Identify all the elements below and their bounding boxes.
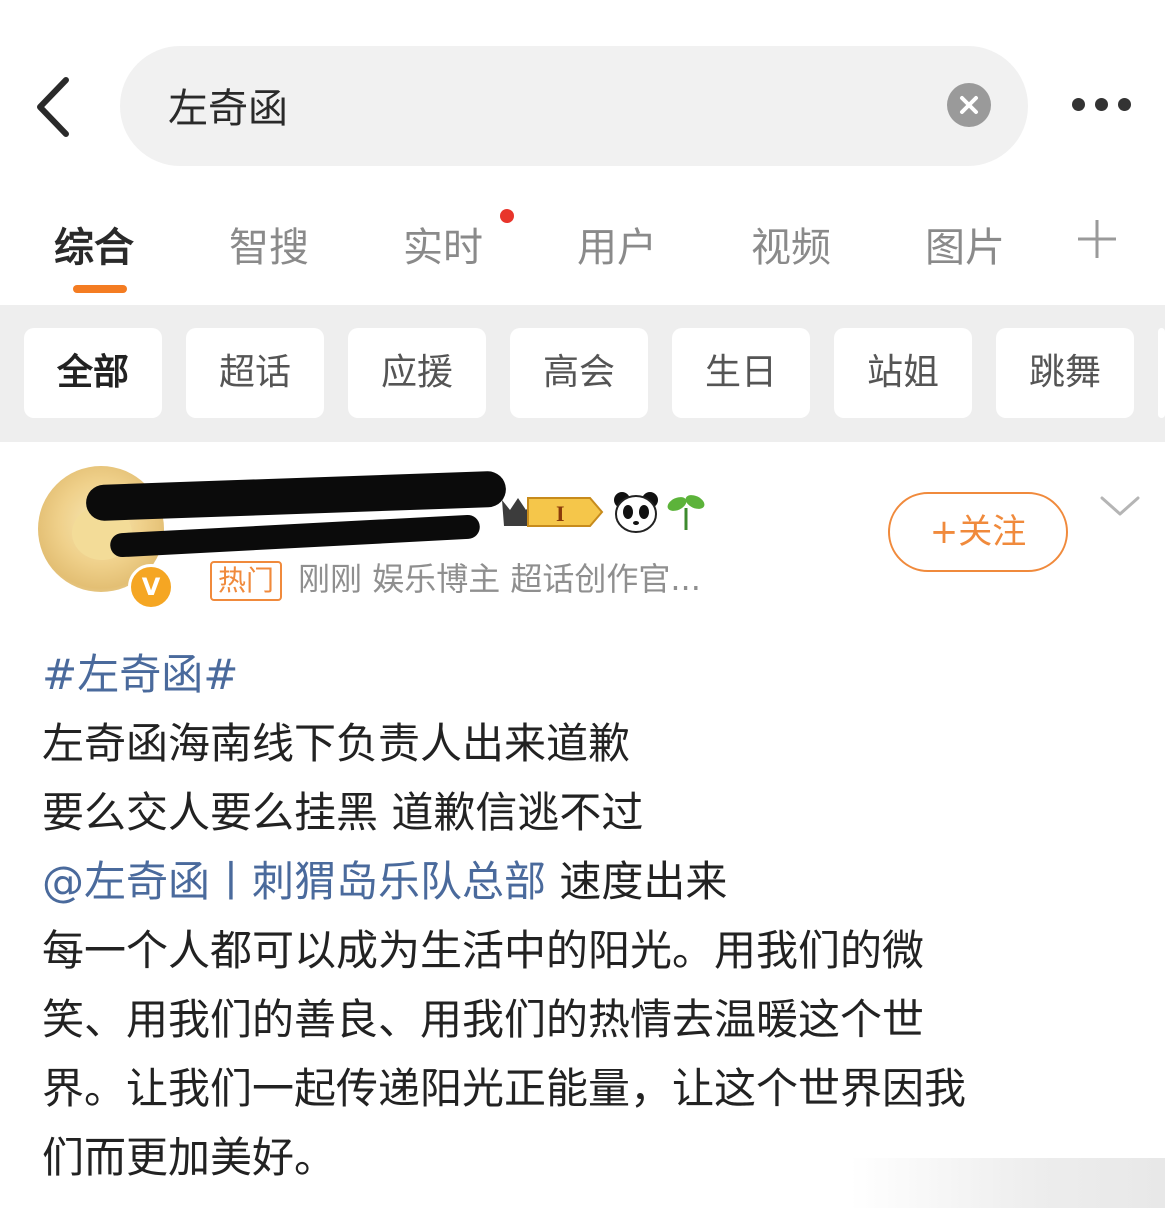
- svg-text:I: I: [556, 501, 565, 526]
- back-arrow-icon[interactable]: [30, 72, 80, 142]
- more-icon[interactable]: [1062, 88, 1142, 128]
- search-tabs: 综合 智搜 实时 用户 视频 图片: [0, 195, 1165, 305]
- post-text-line: 速度出来: [546, 857, 728, 906]
- panda-icon: [612, 490, 660, 534]
- post-text-line: 要么交人要么挂黑 道歉信逃不过: [42, 788, 644, 837]
- post-meta: 热门 刚刚 娱乐博主 超话创作官...: [210, 554, 701, 601]
- tab-comprehensive[interactable]: 综合: [54, 215, 134, 273]
- hashtag-link[interactable]: #左奇函#: [42, 650, 238, 699]
- post-content: #左奇函# 左奇函海南线下负责人出来道歉 要么交人要么挂黑 道歉信逃不过 @左奇…: [42, 640, 1122, 1192]
- chip-overflow[interactable]: [1158, 328, 1165, 418]
- mention-link[interactable]: @左奇函丨刺猬岛乐队总部: [42, 857, 546, 906]
- chip-all[interactable]: 全部: [24, 328, 162, 418]
- search-query-text: 左奇函: [168, 86, 288, 132]
- plus-icon[interactable]: [1075, 217, 1119, 261]
- sprout-icon: [664, 490, 708, 534]
- tab-smart-search[interactable]: 智搜: [229, 215, 309, 273]
- post-card: V I 热门 刚刚 娱乐博主 超话创作官... +关注 #左奇函# 左奇函海南线…: [0, 442, 1165, 1208]
- verified-icon: V: [128, 564, 174, 610]
- post-text-line: 界。让我们一起传递阳光正能量，让这个世界因我: [42, 1064, 967, 1113]
- crown-badge-icon: I: [498, 492, 604, 532]
- tab-videos[interactable]: 视频: [751, 215, 831, 273]
- tab-images[interactable]: 图片: [925, 215, 1005, 273]
- chip-birthday[interactable]: 生日: [672, 328, 810, 418]
- post-text-line: 笑、用我们的善良、用我们的热情去温暖这个世: [42, 995, 925, 1044]
- redaction-mark: [85, 470, 507, 522]
- chip-support[interactable]: 应援: [348, 328, 486, 418]
- notification-dot: [500, 209, 514, 223]
- search-input[interactable]: 左奇函: [120, 46, 1028, 166]
- post-text-line: 左奇函海南线下负责人出来道歉: [42, 719, 631, 768]
- clear-icon[interactable]: [947, 83, 991, 127]
- post-text-line: 每一个人都可以成为生活中的阳光。用我们的微: [42, 926, 925, 975]
- tab-realtime[interactable]: 实时: [403, 215, 483, 273]
- chevron-down-icon[interactable]: [1098, 494, 1142, 518]
- watermark-fade: [850, 1158, 1165, 1208]
- hot-badge: 热门: [210, 561, 283, 601]
- active-tab-indicator: [73, 285, 127, 293]
- chip-super-topic[interactable]: 超话: [186, 328, 324, 418]
- chip-fansite[interactable]: 站姐: [834, 328, 972, 418]
- filter-chips: 全部 超话 应援 高会 生日 站姐 跳舞: [0, 305, 1165, 442]
- follow-button[interactable]: +关注: [888, 492, 1068, 572]
- post-meta-text: 刚刚 娱乐博主 超话创作官...: [298, 560, 701, 598]
- redaction-mark: [109, 514, 481, 558]
- chip-hd[interactable]: 高会: [510, 328, 648, 418]
- chip-dance[interactable]: 跳舞: [996, 328, 1134, 418]
- search-header: 左奇函: [0, 0, 1165, 190]
- tab-users[interactable]: 用户: [577, 215, 657, 273]
